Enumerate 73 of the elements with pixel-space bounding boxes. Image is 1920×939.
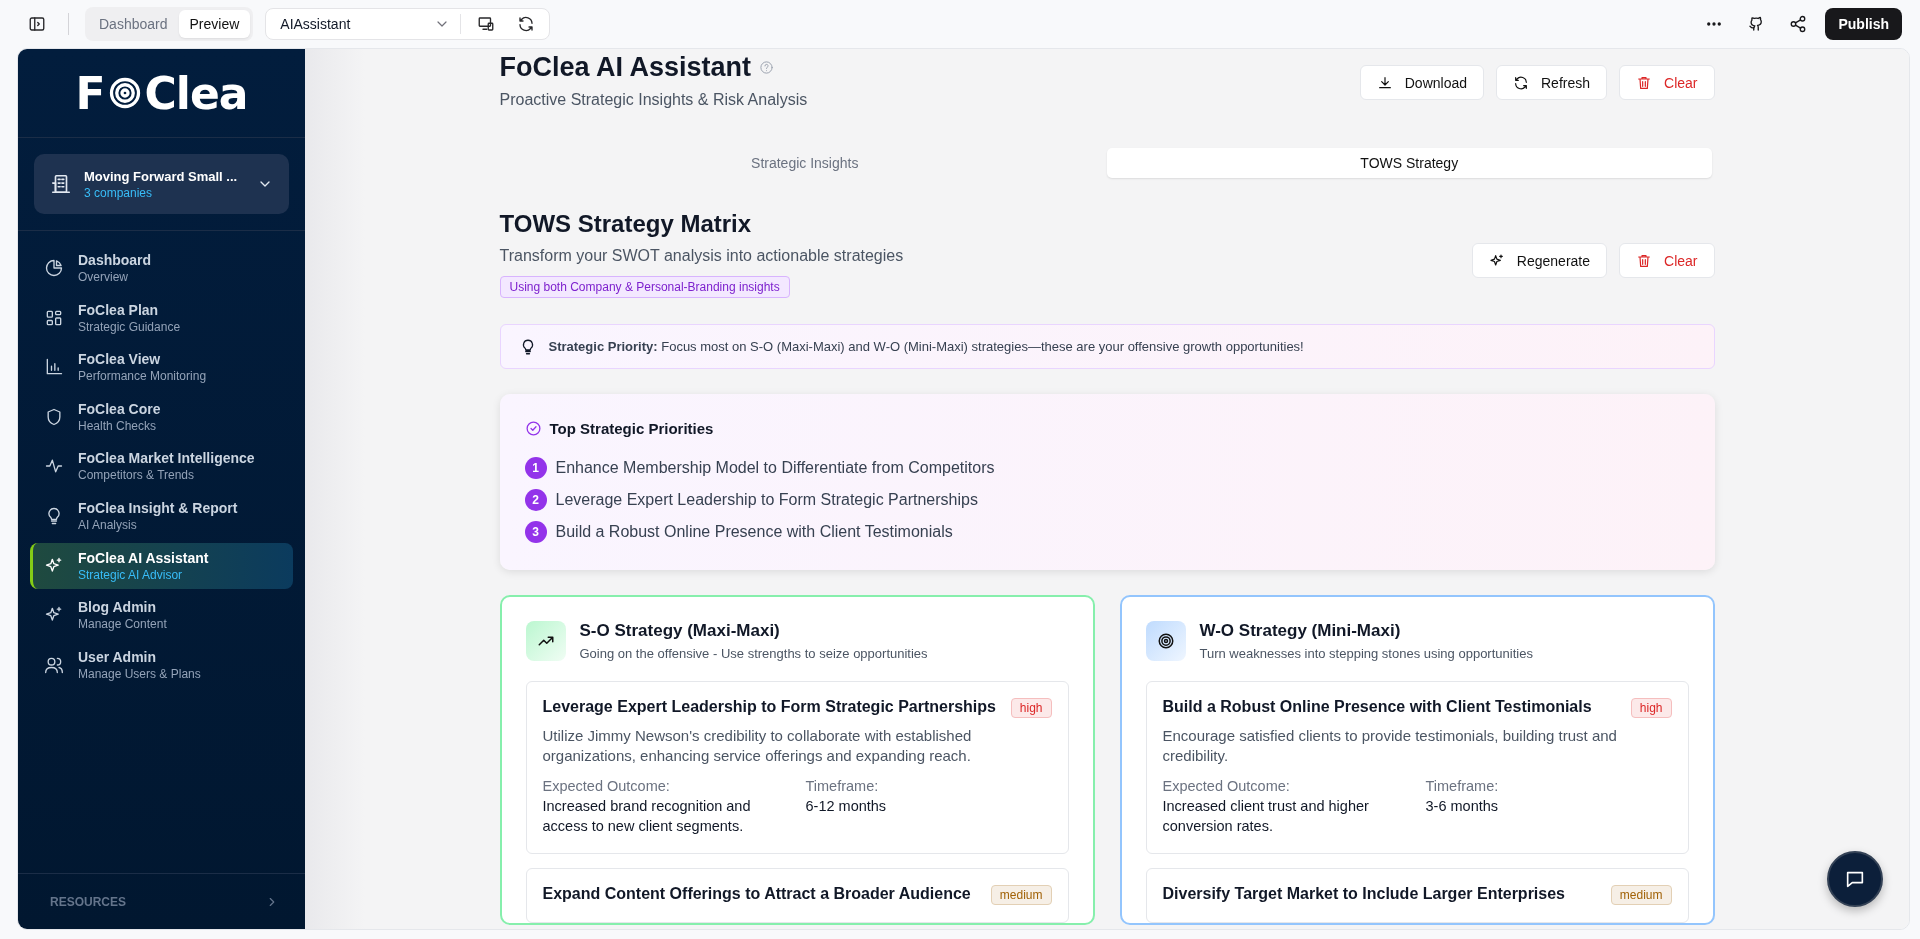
strategy-card-title: Diversify Target Market to Include Larger Enterprises xyxy=(1162,885,1565,903)
priority-item: Leverage Expert Leadership to Form Strategic Partnerships xyxy=(555,491,978,509)
strategy-title: S-O Strategy (Maxi-Maxi) xyxy=(579,621,781,641)
strategy-card-title: Build a Robust Online Presence with Client Testimonials xyxy=(1162,698,1592,716)
strategy-subtitle: Turn weaknesses into stepping stones using opportunities xyxy=(1199,646,1533,661)
sparkle-icon xyxy=(1488,252,1505,269)
trending-up-icon xyxy=(525,621,566,661)
tab[interactable]: TOWS Strategy xyxy=(1107,148,1712,178)
devices-icon[interactable] xyxy=(477,15,496,33)
trash-icon xyxy=(1636,74,1653,91)
priority-tag: medium xyxy=(1610,885,1672,905)
building-icon xyxy=(50,173,72,195)
source-tag: Using both Company & Personal-Branding insights xyxy=(499,276,790,298)
trash-icon xyxy=(1636,252,1653,269)
sidebar-item[interactable]: User Admin Manage Users & Plans xyxy=(30,641,293,688)
strategy-description: Encourage satisfied clients to provide testimonials, building trust and credibility. xyxy=(1162,726,1618,766)
download-button[interactable]: Download xyxy=(1359,65,1484,100)
outcome-text: Increased client trust and higher conversion rates. xyxy=(1162,797,1370,836)
regenerate-button[interactable]: Regenerate xyxy=(1471,243,1608,278)
strategy-subtitle: Going on the offensive - Use strengths to seize opportunities xyxy=(579,646,928,661)
logo-text: Clea xyxy=(144,67,248,119)
page-select[interactable]: AIAssistant xyxy=(280,16,451,32)
clear-button[interactable]: Clear xyxy=(1619,243,1715,278)
refresh-icon xyxy=(1513,74,1529,91)
check-circle-icon xyxy=(524,420,542,437)
strategy-description: Utilize Jimmy Newson's credibility to collaborate with established organizations, enhancing service offerings and expanding reach. xyxy=(542,726,973,766)
page-subtitle: Proactive Strategic Insights & Risk Analysis xyxy=(499,91,808,109)
number-badge: 2 xyxy=(524,489,547,511)
outcome-label: Expected Outcome: xyxy=(1162,777,1291,796)
timeframe-text: 3-6 months xyxy=(1425,797,1500,816)
page-title: FoClea AI Assistant xyxy=(499,52,752,83)
outcome-text: Increased brand recognition and access to new client segments. xyxy=(542,797,752,836)
priority-tag: medium xyxy=(990,885,1052,905)
number-badge: 3 xyxy=(524,521,547,543)
logo-text: F xyxy=(75,67,105,119)
timeframe-label: Timeframe: xyxy=(1425,777,1500,796)
tab[interactable]: Strategic Insights xyxy=(502,148,1107,178)
view-tab[interactable]: Dashboard xyxy=(88,10,179,38)
sidebar-item[interactable]: FoClea Insight & Report AI Analysis xyxy=(30,492,293,539)
sidebar-item[interactable]: FoClea Plan Strategic Guidance xyxy=(30,294,293,341)
sidebar-item[interactable]: FoClea AI Assistant Strategic AI Advisor xyxy=(30,542,293,589)
number-badge: 1 xyxy=(524,457,547,479)
priorities-title: Top Strategic Priorities xyxy=(549,420,714,437)
pie-chart-icon xyxy=(44,258,64,278)
priority-text: Strategic Priority: Focus most on S-O (Maxi-Maxi) and W-O (Mini-Maxi) strategies—these are your offensive growth opportunities! xyxy=(548,339,1304,354)
strategy-card-title: Leverage Expert Leadership to Form Strategic Partnerships xyxy=(542,698,996,716)
strategy-card-title: Expand Content Offerings to Attract a Broader Audience xyxy=(542,885,971,903)
outcome-label: Expected Outcome: xyxy=(542,777,671,796)
share-icon[interactable] xyxy=(1789,15,1808,33)
target-icon xyxy=(1145,621,1186,661)
priority-item: Build a Robust Online Presence with Client Testimonials xyxy=(555,523,953,541)
sidebar-item[interactable]: Dashboard Overview xyxy=(30,245,293,291)
sidebar-item[interactable]: Blog Admin Manage Content xyxy=(30,592,293,639)
clear-button[interactable]: Clear xyxy=(1619,65,1715,100)
sidebar-item[interactable]: FoClea Core Health Checks xyxy=(30,393,293,440)
workspace-switcher[interactable]: Moving Forward Small ... 3 companies xyxy=(34,154,289,214)
strategy-title: W-O Strategy (Mini-Maxi) xyxy=(1199,621,1402,641)
priority-tag: high xyxy=(1010,698,1052,718)
sidebar-item[interactable]: FoClea Market Intelligence Competitors & Trends xyxy=(30,443,293,490)
refresh-button[interactable]: Refresh xyxy=(1496,65,1608,100)
refresh-icon[interactable] xyxy=(517,15,536,33)
section-subtitle: Transform your SWOT analysis into actionable strategies xyxy=(499,247,904,265)
download-icon xyxy=(1376,74,1393,91)
timeframe-text: 6-12 months xyxy=(805,797,888,816)
sidebar-item[interactable]: FoClea View Performance Monitoring xyxy=(30,344,293,391)
help-icon xyxy=(759,60,775,75)
priority-item: Enhance Membership Model to Differentiate from Competitors xyxy=(555,459,995,477)
sidebar-toggle-icon[interactable] xyxy=(28,15,46,33)
publish-button[interactable]: Publish xyxy=(1825,8,1902,40)
view-tab[interactable]: Preview xyxy=(178,10,251,38)
priority-tag: high xyxy=(1630,698,1672,718)
timeframe-label: Timeframe: xyxy=(805,777,880,796)
section-title: TOWS Strategy Matrix xyxy=(499,210,753,238)
